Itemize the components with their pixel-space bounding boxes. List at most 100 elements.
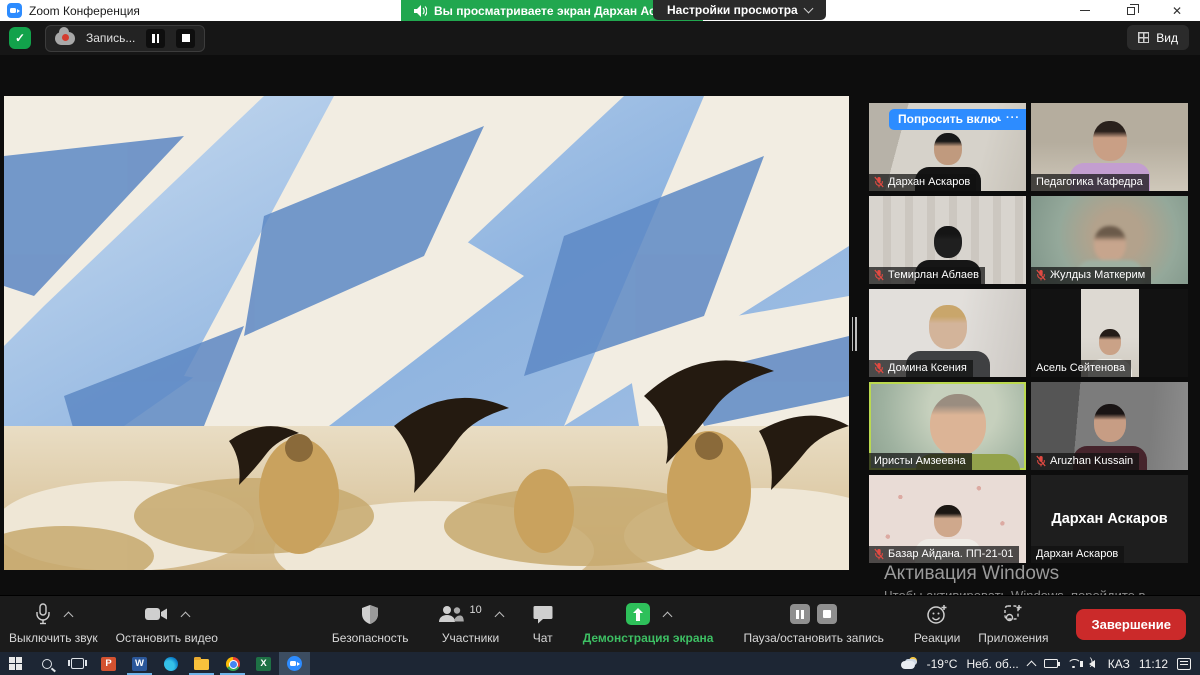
volume-icon[interactable]	[1089, 660, 1095, 668]
participant-name-tag: Домина Ксения	[869, 360, 973, 377]
language-indicator[interactable]: КАЗ	[1108, 657, 1130, 671]
taskbar-chrome[interactable]	[217, 652, 248, 675]
participants-count: 10	[469, 604, 481, 616]
chevron-down-icon	[803, 4, 813, 14]
microphone-icon	[35, 603, 51, 625]
participant-name-tag: Дархан Аскаров	[869, 174, 976, 191]
participants-panel: Попросить включить ··· Дархан Аскаров Пе…	[869, 103, 1188, 563]
share-screen-icon	[626, 603, 650, 625]
temperature-label[interactable]: -19°C	[927, 657, 958, 671]
taskbar-search-button[interactable]	[31, 652, 62, 675]
participant-tile[interactable]: Домина Ксения	[869, 289, 1026, 377]
pause-recording-icon[interactable]	[790, 604, 810, 624]
muted-mic-icon	[1036, 269, 1046, 281]
meeting-toolbar: Выключить звук Остановить видео Безопасн…	[0, 595, 1200, 652]
participants-icon	[438, 605, 464, 623]
word-icon: W	[132, 657, 147, 671]
taskbar-edge[interactable]	[155, 652, 186, 675]
mute-button[interactable]: Выключить звук	[0, 596, 107, 652]
participant-name-tag: Педагогика Кафедра	[1031, 174, 1149, 191]
mute-options-caret[interactable]	[63, 611, 73, 621]
battery-icon[interactable]	[1044, 659, 1058, 668]
muted-mic-icon	[874, 176, 884, 188]
weather-icon	[901, 658, 918, 670]
edge-icon	[164, 657, 178, 671]
apps-button[interactable]: Приложения	[969, 596, 1057, 652]
start-button[interactable]	[0, 652, 31, 675]
minimize-button[interactable]	[1062, 0, 1108, 21]
muted-mic-icon	[874, 362, 884, 374]
reactions-button[interactable]: Реакции	[905, 596, 969, 652]
meeting-main-area: Попросить включить ··· Дархан Аскаров Пе…	[0, 55, 1200, 652]
excel-icon: X	[256, 657, 271, 671]
participant-name-tag: Дархан Аскаров	[1031, 546, 1124, 563]
hidden-icons-chevron[interactable]	[1026, 660, 1036, 670]
video-options-caret[interactable]	[181, 611, 191, 621]
search-icon	[42, 659, 52, 669]
end-meeting-button[interactable]: Завершение	[1076, 609, 1186, 640]
share-screen-button[interactable]: Демонстрация экрана	[574, 596, 723, 652]
clock[interactable]: 11:12	[1139, 657, 1168, 671]
close-icon: ✕	[1172, 5, 1182, 17]
window-controls: ✕	[1062, 0, 1200, 21]
security-button[interactable]: Безопасность	[323, 596, 418, 652]
zoom-app-icon	[287, 656, 302, 671]
wifi-icon[interactable]	[1067, 659, 1080, 669]
security-shield-icon	[361, 604, 379, 625]
close-button[interactable]: ✕	[1154, 0, 1200, 21]
more-options-button[interactable]: ···	[1001, 109, 1025, 128]
view-settings-dropdown[interactable]: Настройки просмотра	[653, 0, 826, 20]
zoom-logo-icon	[7, 3, 22, 18]
taskbar-file-explorer[interactable]	[186, 652, 217, 675]
participant-tile[interactable]: Базар Айдана. ПП-21-01	[869, 475, 1026, 563]
cloud-recording-icon	[55, 32, 75, 45]
stop-recording-icon[interactable]	[817, 604, 837, 624]
participant-tile[interactable]: Жулдыз Маткерим	[1031, 196, 1188, 284]
taskbar-powerpoint[interactable]: P	[93, 652, 124, 675]
task-view-button[interactable]	[62, 652, 93, 675]
participants-options-caret[interactable]	[494, 611, 504, 621]
pause-stop-recording-button[interactable]: Пауза/остановить запись	[734, 596, 892, 652]
taskbar-zoom-active[interactable]	[279, 652, 310, 675]
muted-mic-icon	[874, 548, 884, 560]
share-options-caret[interactable]	[662, 611, 672, 621]
restore-button[interactable]	[1108, 0, 1154, 21]
participants-button[interactable]: 10 Участники	[429, 596, 511, 652]
apps-icon	[1003, 604, 1023, 624]
task-view-icon	[71, 658, 84, 669]
participant-tile[interactable]: Педагогика Кафедра	[1031, 103, 1188, 191]
taskbar-excel[interactable]: X	[248, 652, 279, 675]
participant-tile-active-speaker[interactable]: Иристы Амзеевна	[869, 382, 1026, 470]
window-titlebar: Zoom Конференция Вы просматриваете экран…	[0, 0, 1200, 21]
sidebar-resize-handle[interactable]	[851, 317, 857, 351]
participant-tile[interactable]: Попросить включить ··· Дархан Аскаров	[869, 103, 1026, 191]
taskbar-word[interactable]: W	[124, 652, 155, 675]
chat-button[interactable]: Чат	[524, 596, 562, 652]
recording-status-label: Запись...	[86, 31, 135, 45]
pause-recording-button[interactable]	[146, 29, 165, 48]
weather-label[interactable]: Неб. об...	[966, 657, 1018, 671]
participant-tile[interactable]: Aruzhan Kussain	[1031, 382, 1188, 470]
participant-name-tag: Базар Айдана. ПП-21-01	[869, 546, 1019, 563]
notifications-icon[interactable]	[1177, 658, 1191, 670]
participant-tile[interactable]: Темирлан Аблаев	[869, 196, 1026, 284]
stop-recording-button[interactable]	[176, 29, 195, 48]
participant-tile[interactable]: Асель Сейтенова	[1031, 289, 1188, 377]
participant-tile-no-video[interactable]: Дархан Аскаров Дархан Аскаров	[1031, 475, 1188, 563]
stop-video-button[interactable]: Остановить видео	[107, 596, 227, 652]
participant-name-tag: Жулдыз Маткерим	[1031, 267, 1151, 284]
system-tray: -19°C Неб. об... КАЗ 11:12	[901, 657, 1200, 671]
recording-widget: Запись...	[45, 25, 205, 52]
view-settings-label: Настройки просмотра	[667, 3, 798, 17]
restore-icon	[1127, 7, 1135, 15]
view-button[interactable]: Вид	[1127, 25, 1189, 50]
meeting-info-shield-icon[interactable]: ✓	[9, 27, 31, 49]
watermark-title: Активация Windows	[884, 563, 1145, 585]
windows-logo-icon	[9, 657, 22, 670]
shared-screen-video	[4, 96, 849, 570]
participant-name-tag: Темирлан Аблаев	[869, 267, 985, 284]
speaker-icon	[414, 5, 427, 17]
meeting-topbar: ✓ Запись... Вид	[0, 21, 1200, 55]
minimize-icon	[1080, 10, 1090, 12]
windows-taskbar: P W X -19°C Неб. об... КАЗ 11:12	[0, 652, 1200, 675]
